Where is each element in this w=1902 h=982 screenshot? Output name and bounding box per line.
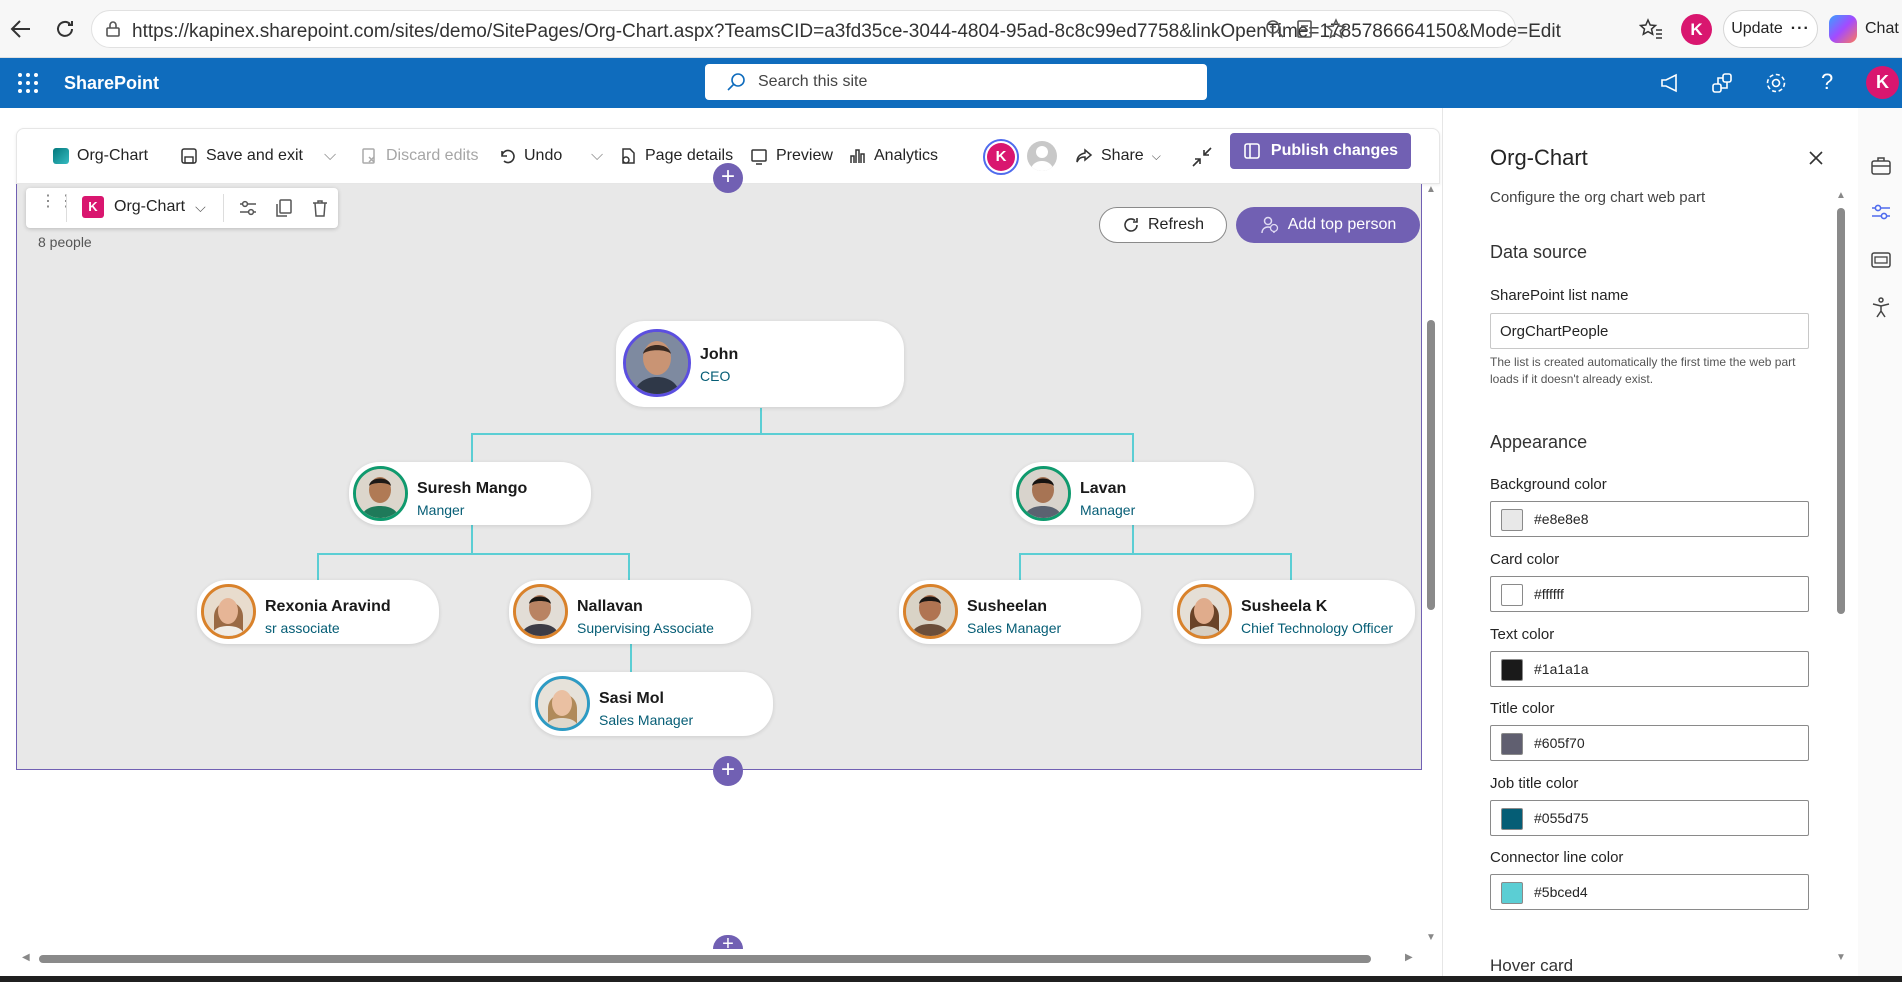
- text-color-field[interactable]: #1a1a1a: [1490, 651, 1809, 687]
- color-swatch[interactable]: [1501, 882, 1523, 904]
- person-avatar: [1177, 584, 1232, 639]
- toolbox-icon[interactable]: [1870, 156, 1892, 181]
- profile-avatar[interactable]: K: [1681, 14, 1712, 45]
- appearance-heading: Appearance: [1490, 432, 1588, 452]
- design-ideas-icon[interactable]: [1870, 250, 1892, 275]
- list-help-text: The list is created automatically the fi…: [1490, 355, 1796, 386]
- color-swatch[interactable]: [1501, 659, 1523, 681]
- person-card-lavan[interactable]: Lavan Manager: [1012, 462, 1254, 525]
- job-title-color-label: Job title color: [1490, 775, 1579, 792]
- scroll-right-arrow[interactable]: ▶: [1405, 952, 1413, 963]
- help-icon[interactable]: ?: [1821, 69, 1833, 95]
- color-hex: #1a1a1a: [1534, 661, 1589, 677]
- card-color-label: Card color: [1490, 551, 1560, 568]
- background-color-label: Background color: [1490, 476, 1607, 493]
- person-card-nallavan[interactable]: Nallavan Supervising Associate: [509, 580, 751, 644]
- scroll-thumb[interactable]: [1837, 208, 1845, 614]
- title-color-field[interactable]: #605f70: [1490, 725, 1809, 761]
- person-name: Susheelan: [967, 598, 1048, 615]
- color-swatch[interactable]: [1501, 733, 1523, 755]
- update-button[interactable]: Update ···: [1723, 10, 1818, 48]
- taskbar-edge: [0, 976, 1902, 982]
- canvas-vertical-scrollbar[interactable]: ▲ ▼: [1424, 184, 1438, 944]
- edit-rail: [1858, 108, 1902, 978]
- person-name: Lavan: [1080, 480, 1127, 497]
- canvas-horizontal-scrollbar[interactable]: ◀ ▶: [20, 952, 1420, 966]
- copilot-icon: [1829, 15, 1857, 43]
- panel-title: Org-Chart: [1490, 145, 1588, 170]
- color-hex: #ffffff: [1534, 586, 1564, 602]
- color-swatch[interactable]: [1501, 808, 1523, 830]
- person-card-suresh[interactable]: Suresh Mango Manger: [349, 462, 591, 525]
- properties-sliders-icon[interactable]: [1870, 202, 1892, 227]
- person-avatar: [201, 584, 256, 639]
- data-source-heading: Data source: [1490, 242, 1588, 262]
- org-share-icon[interactable]: [1710, 71, 1734, 100]
- job-title-color-field[interactable]: #055d75: [1490, 800, 1809, 836]
- scroll-up-arrow[interactable]: ▲: [1426, 184, 1436, 195]
- settings-gear-icon[interactable]: [1764, 71, 1788, 100]
- person-avatar: [1016, 466, 1071, 521]
- color-hex: #605f70: [1534, 735, 1585, 751]
- connector-color-field[interactable]: #5bced4: [1490, 874, 1809, 910]
- connector-color-label: Connector line color: [1490, 849, 1624, 866]
- scroll-thumb[interactable]: [39, 955, 1371, 963]
- person-card-susheelan[interactable]: Susheelan Sales Manager: [899, 580, 1141, 644]
- person-job-title: CEO: [700, 368, 731, 384]
- scroll-down-arrow[interactable]: ▼: [1836, 952, 1846, 963]
- close-icon[interactable]: [1808, 150, 1824, 171]
- account-avatar[interactable]: K: [1866, 66, 1899, 99]
- color-swatch[interactable]: [1501, 509, 1523, 531]
- person-avatar: [353, 466, 408, 521]
- chat-label: Chat: [1865, 20, 1899, 37]
- color-swatch[interactable]: [1501, 584, 1523, 606]
- megaphone-icon[interactable]: [1658, 71, 1682, 100]
- scroll-left-arrow[interactable]: ◀: [22, 952, 30, 963]
- person-job-title: Sales Manager: [967, 620, 1062, 636]
- person-job-title: Manger: [417, 502, 465, 518]
- panel-vertical-scrollbar[interactable]: ▲ ▼: [1834, 190, 1848, 970]
- list-name-input[interactable]: [1490, 313, 1809, 349]
- panel-subtitle: Configure the org chart web part: [1490, 189, 1706, 206]
- color-hex: #e8e8e8: [1534, 511, 1589, 527]
- person-job-title: Supervising Associate: [577, 620, 714, 636]
- update-label: Update: [1731, 20, 1783, 37]
- person-card-susheela[interactable]: Susheela K Chief Technology Officer: [1173, 580, 1415, 644]
- person-job-title: Sales Manager: [599, 712, 694, 728]
- scroll-thumb[interactable]: [1427, 320, 1435, 610]
- color-hex: #055d75: [1534, 810, 1589, 826]
- accessibility-icon[interactable]: [1870, 296, 1892, 323]
- hover-card-heading: Hover card: [1490, 956, 1574, 975]
- list-name-label: SharePoint list name: [1490, 287, 1629, 304]
- background-color-field[interactable]: #e8e8e8: [1490, 501, 1809, 537]
- person-card-rexonia[interactable]: Rexonia Aravind sr associate: [197, 580, 439, 644]
- person-name: Suresh Mango: [417, 480, 528, 497]
- person-name: Nallavan: [577, 598, 643, 615]
- person-job-title: Manager: [1080, 502, 1136, 518]
- person-job-title: sr associate: [265, 620, 340, 636]
- person-avatar: [513, 584, 568, 639]
- person-avatar: [623, 329, 691, 397]
- property-pane: [1442, 108, 1858, 978]
- person-card-sasimol[interactable]: Sasi Mol Sales Manager: [531, 672, 773, 736]
- person-name: Rexonia Aravind: [265, 598, 391, 615]
- person-card-john[interactable]: John CEO: [616, 321, 904, 407]
- scroll-down-arrow[interactable]: ▼: [1426, 932, 1436, 943]
- person-avatar: [535, 676, 590, 731]
- card-color-field[interactable]: #ffffff: [1490, 576, 1809, 612]
- color-hex: #5bced4: [1534, 884, 1588, 900]
- scroll-up-arrow[interactable]: ▲: [1836, 190, 1846, 201]
- favorites-icon[interactable]: [1636, 14, 1666, 44]
- person-name: Sasi Mol: [599, 690, 664, 707]
- more-dots-icon: ···: [1790, 20, 1810, 37]
- title-color-label: Title color: [1490, 700, 1555, 717]
- person-name: Susheela K: [1241, 598, 1328, 615]
- text-color-label: Text color: [1490, 626, 1555, 643]
- person-avatar: [903, 584, 958, 639]
- person-job-title: Chief Technology Officer: [1241, 620, 1394, 636]
- person-name: John: [700, 346, 739, 363]
- copilot-chat-button[interactable]: Chat: [1829, 15, 1899, 43]
